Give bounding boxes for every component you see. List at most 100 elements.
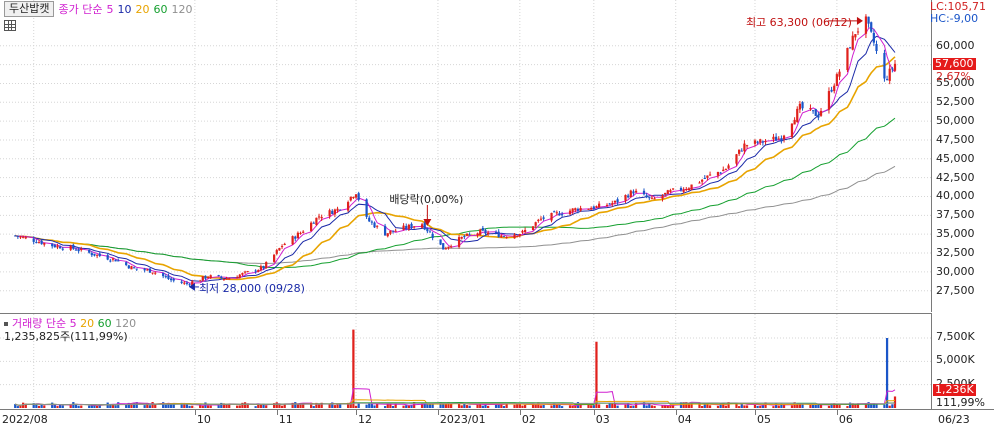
candle-down [148,268,152,273]
candle-down [848,47,852,49]
candle-down [616,199,619,203]
candle-down [373,222,376,228]
volume-chart-pane[interactable]: 거래량 단순 5 20 60 120 1,235,825주(111,99%) [0,313,932,410]
volume-bar-up [19,405,22,408]
volume-bar-down [870,404,873,408]
candle-down [172,278,175,281]
candle-down [780,138,783,142]
candle-up [724,169,728,171]
candle-up [664,192,667,195]
date-tick-mark [754,410,756,415]
candle-down [592,206,595,209]
volume-change-label: 111,99% [936,396,985,409]
candle-down [106,255,109,260]
volume-bar-up [738,406,741,408]
price-chart-pane[interactable]: 두산밥캣 종가 단순 5 10 20 60 120 최고 63,300 (06/… [0,0,932,312]
date-tick-mark [675,410,677,415]
ma-60-label: 60 [153,2,168,16]
candle-up [465,233,469,236]
candle-up [690,184,693,190]
candle-down [61,248,64,250]
volume-bar-down [542,404,545,408]
volume-bar-up [43,405,46,408]
candle-down [143,268,146,271]
volume-bar-down [368,403,371,408]
ma-5-line [15,26,896,284]
candle-up [209,275,212,279]
volume-bar-down [891,404,894,408]
stock-name-box[interactable]: 두산밥캣 [4,1,55,17]
candle-down [774,136,778,141]
candle-down [761,141,765,143]
volume-bar-down [645,405,648,408]
volume-chart-svg[interactable] [0,314,932,410]
volume-bar-up [550,405,553,408]
volume-bar-up [22,402,25,408]
candle-up [590,208,593,210]
price-tick-label: 35,000 [936,227,975,241]
volume-bar-down [383,406,387,408]
date-tick-mark [437,410,439,415]
candle-down [442,243,445,250]
candle-up [22,236,25,238]
candle-up [320,216,323,219]
price-tick-label: 47,500 [936,132,975,146]
volume-bar-up [206,405,210,408]
candle-up [745,145,749,147]
date-tick-label: 11 [278,413,293,426]
candle-up [333,209,337,215]
price-chart-svg[interactable] [0,0,932,312]
candle-up [111,258,115,260]
volume-bar-up [624,404,627,408]
candle-up [856,31,860,33]
candle-down [431,233,434,238]
volume-bar-down [560,406,564,408]
candle-down [204,275,207,279]
right-price-axis[interactable]: LC:105,71 HC:-9,00 60,00057,50055,00052,… [930,0,994,409]
volume-bar-up [199,405,202,408]
price-tick-label: 30,000 [936,264,975,278]
candle-up [275,250,278,254]
volume-bar-up [611,403,614,408]
candle-up [738,149,741,154]
candle-up [238,274,241,278]
candle-up [299,232,302,234]
candle-down [740,150,743,152]
candle-down [98,253,101,256]
candle-down [648,197,651,199]
date-axis[interactable]: 2022/08 10 11 12 2023/01 02 03 04 05 06 06/23 [0,409,994,430]
candle-down [494,232,498,234]
volume-bar-down [814,404,817,408]
candle-up [450,246,453,248]
volume-bar-down [484,404,487,408]
volume-bar-up [259,404,263,408]
volume-bar-up [590,405,593,408]
candle-down [817,114,820,118]
volume-bar-up [352,329,355,408]
candle-up [666,190,669,195]
volume-bar-down [294,402,297,408]
volume-bar-up [460,405,463,408]
candle-down [59,246,62,249]
candle-up [460,236,463,239]
candle-up [833,85,836,92]
candle-down [502,236,506,238]
candle-up [613,200,617,203]
candle-up [571,208,574,212]
date-tick-label: 02 [521,413,536,426]
date-tick-label: 2023/01 [439,413,486,426]
volume-bar-up [56,406,59,408]
grid-icon[interactable] [4,20,16,31]
candle-up [611,203,614,205]
candle-up [735,154,738,164]
date-tick-mark [836,410,838,415]
volume-bar-up [524,405,527,408]
volume-bar-up [151,401,154,408]
high-annotation: 최고 63,300 (06/12) [745,15,852,29]
candle-up [516,235,519,237]
volume-bar-down [164,404,167,408]
volume-bar-down [592,405,595,408]
candle-down [125,262,128,265]
candle-up [888,68,891,81]
candle-up [336,208,339,211]
